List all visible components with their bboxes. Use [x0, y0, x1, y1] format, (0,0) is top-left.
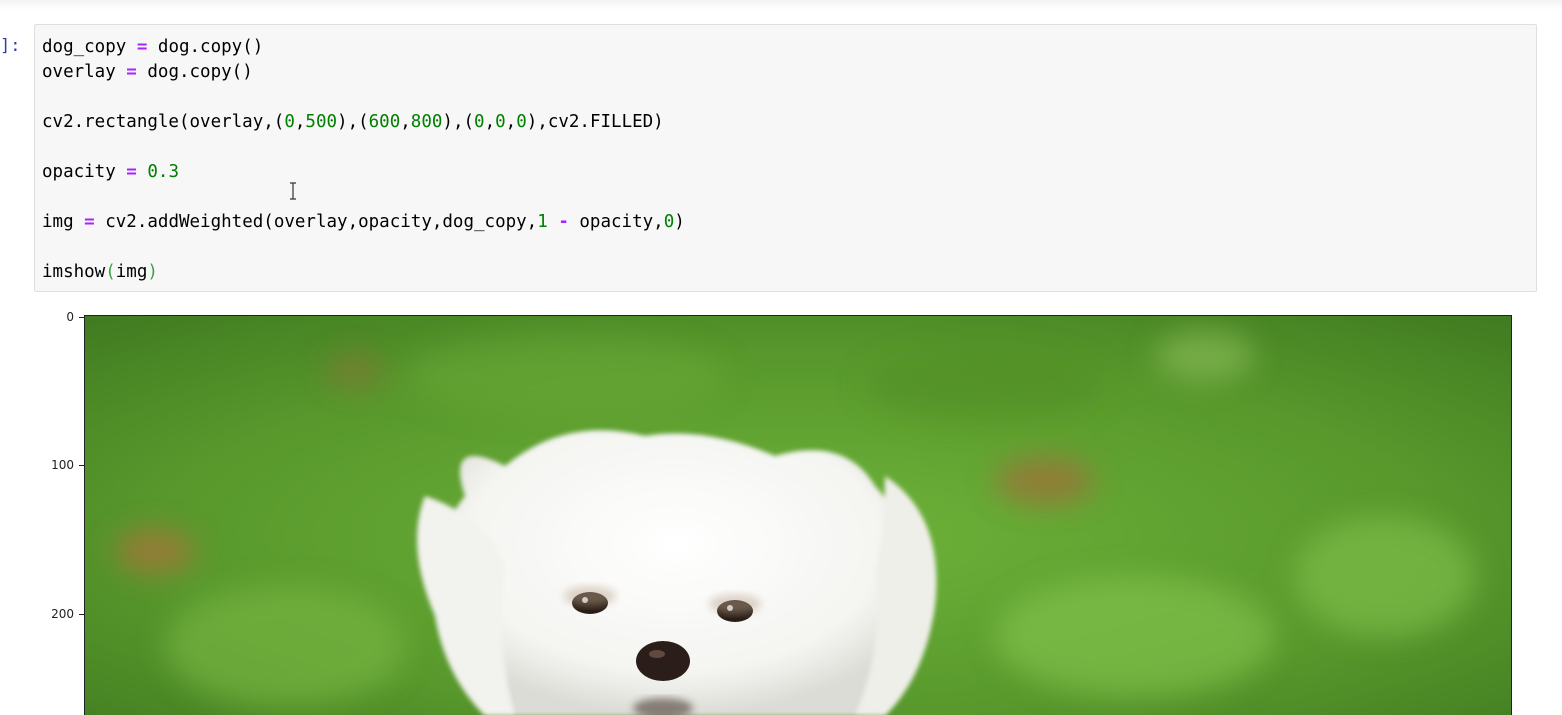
code-token: 0.3: [147, 162, 179, 182]
code-token: 600: [368, 112, 401, 132]
code-token: ): [674, 212, 685, 232]
code-line[interactable]: [42, 185, 685, 210]
code-token: 0: [495, 112, 506, 132]
code-line[interactable]: dog_copy = dog.copy(): [42, 35, 685, 60]
code-token: 0: [474, 112, 485, 132]
code-token: cv2.addWeighted(overlay,opacity,dog_copy…: [94, 212, 538, 232]
code-token: ,: [505, 112, 517, 132]
code-token: ): [147, 262, 158, 282]
cell-prompt: ]:: [0, 36, 21, 56]
code-line[interactable]: [42, 135, 685, 160]
code-token: 1: [537, 212, 548, 232]
imshow-image: [84, 315, 1512, 715]
code-token: 500: [305, 112, 338, 132]
code-token: ,: [294, 112, 306, 132]
code-token: 0: [663, 212, 675, 232]
code-token: imshow: [42, 262, 106, 282]
code-line[interactable]: cv2.rectangle(overlay,(0,500),(600,800),…: [42, 110, 685, 135]
code-lines[interactable]: dog_copy = dog.copy() overlay = dog.copy(…: [42, 35, 685, 285]
code-token: cv2.rectangle(overlay,(: [42, 112, 285, 132]
code-line[interactable]: overlay = dog.copy(): [42, 60, 685, 85]
code-token: overlay: [42, 62, 127, 82]
y-tick-label: 0: [66, 310, 74, 324]
dog-photo: [85, 316, 1511, 715]
y-tick-label: 100: [51, 458, 74, 472]
text-cursor-icon: [290, 182, 296, 200]
code-line[interactable]: [42, 235, 685, 260]
code-line[interactable]: [42, 85, 685, 110]
code-token: img: [115, 262, 148, 282]
code-token: =: [136, 37, 148, 57]
code-token: =: [126, 162, 137, 182]
y-tick-label: 200: [51, 607, 74, 621]
code-token: ),(: [442, 112, 475, 132]
code-token: opacity,: [568, 212, 664, 232]
code-cell-editor[interactable]: dog_copy = dog.copy() overlay = dog.copy(…: [34, 24, 1537, 292]
code-token: ,: [484, 112, 496, 132]
code-line[interactable]: img = cv2.addWeighted(overlay,opacity,do…: [42, 210, 685, 235]
code-token: 800: [410, 112, 443, 132]
code-token: dog_copy: [42, 37, 137, 57]
code-line[interactable]: imshow(img): [42, 260, 685, 285]
notebook-top-edge: [0, 0, 1562, 10]
code-token: -: [558, 212, 569, 232]
code-token: dog.copy(): [136, 62, 253, 82]
code-token: =: [126, 62, 137, 82]
code-token: img: [42, 212, 85, 232]
code-token: ),cv2.FILLED): [526, 112, 664, 132]
code-token: dog.copy(): [147, 37, 264, 57]
code-token: opacity: [42, 162, 127, 182]
code-token: ,: [400, 112, 411, 132]
code-token: =: [84, 212, 95, 232]
code-token: (: [105, 262, 116, 282]
code-token: 0: [516, 112, 527, 132]
code-token: ),(: [337, 112, 369, 132]
code-token: 0: [284, 112, 295, 132]
code-line[interactable]: opacity = 0.3: [42, 160, 685, 185]
